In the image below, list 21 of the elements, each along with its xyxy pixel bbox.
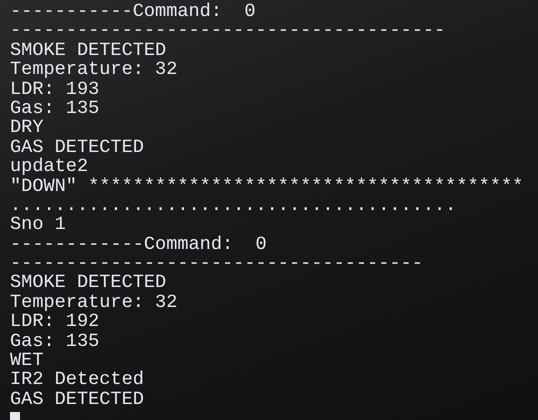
terminal-line: DRY: [10, 118, 44, 138]
terminal-line: -------------------------------------: [10, 254, 423, 274]
terminal-line: GAS DETECTED: [10, 138, 144, 158]
terminal-line: WET: [10, 351, 44, 370]
terminal-line: ---------------------------------------: [10, 21, 446, 41]
terminal-line: Gas: 135: [10, 98, 100, 118]
terminal-line: -----------Command: 0: [10, 2, 256, 22]
terminal-line: SMOKE DETECTED: [10, 273, 166, 293]
terminal-line: Temperature: 32: [10, 60, 178, 80]
terminal-line: ........................................: [10, 196, 456, 216]
terminal-line: Temperature: 32: [10, 292, 178, 312]
terminal-line: Sno 1: [10, 215, 66, 235]
terminal-line: GAS DETECTED: [10, 390, 144, 410]
terminal-line: LDR: 193: [10, 80, 100, 99]
terminal-line: Gas: 135: [10, 332, 100, 352]
terminal-line: LDR: 192: [10, 312, 100, 332]
terminal-line: SMOKE DETECTED: [10, 40, 166, 60]
terminal-line: IR2 Detected: [10, 370, 144, 390]
terminal-line: "DOWN" ***************************************: [10, 176, 524, 196]
terminal-line: ------------Command: 0: [10, 234, 267, 254]
terminal-line: update2: [10, 157, 88, 177]
